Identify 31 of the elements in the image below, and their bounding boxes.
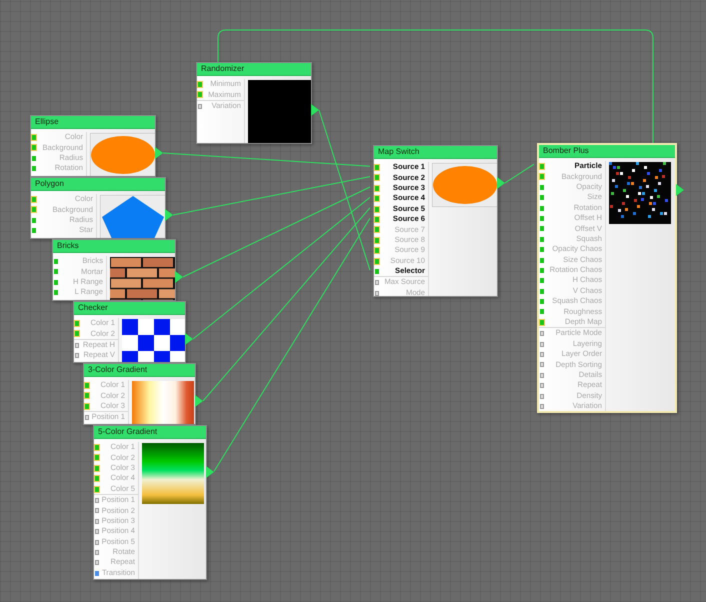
- node-card[interactable]: [537, 143, 677, 413]
- particle-preview-drawing: [609, 162, 671, 224]
- ellipse-preview-drawing: [432, 163, 497, 207]
- output-port[interactable]: [206, 466, 214, 478]
- node-title[interactable]: Checker: [74, 302, 185, 315]
- checker-preview-drawing: [122, 319, 185, 362]
- gradient-preview: [132, 381, 194, 424]
- output-port[interactable]: [195, 395, 203, 407]
- pentagon-preview-drawing: [100, 195, 165, 238]
- ellipse-preview-drawing: [90, 133, 155, 176]
- node-title[interactable]: Randomizer: [197, 63, 311, 76]
- output-port[interactable]: [155, 147, 163, 159]
- output-port[interactable]: [165, 209, 173, 221]
- input-port[interactable]: [85, 415, 89, 420]
- output-port[interactable]: [676, 184, 684, 196]
- output-port[interactable]: [311, 104, 319, 116]
- node-title[interactable]: Ellipse: [31, 116, 155, 129]
- bricks-preview-drawing: [110, 257, 175, 300]
- node-title[interactable]: Bricks: [53, 240, 175, 253]
- node-title[interactable]: Bomber Plus: [539, 145, 675, 158]
- output-port[interactable]: [185, 333, 193, 345]
- output-port[interactable]: [497, 177, 505, 189]
- output-port[interactable]: [175, 271, 183, 283]
- randomizer-preview: [248, 80, 311, 143]
- node-title[interactable]: Map Switch: [374, 146, 497, 159]
- node-title[interactable]: 5-Color Gradient: [94, 426, 206, 439]
- connection-wire: [504, 164, 534, 184]
- node-title[interactable]: Polygon: [31, 178, 165, 191]
- input-port[interactable]: [198, 104, 202, 109]
- node-title[interactable]: 3-Color Gradient: [84, 364, 195, 377]
- gradient-preview: [142, 443, 204, 504]
